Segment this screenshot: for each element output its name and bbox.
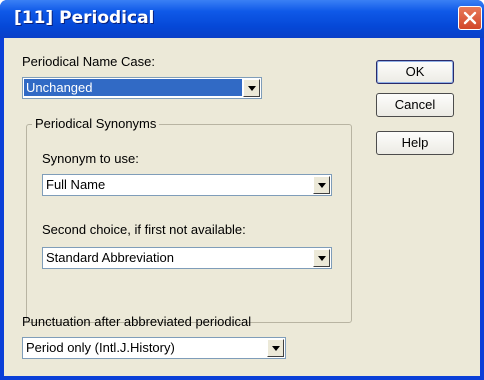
close-x-icon	[463, 11, 477, 25]
title-bar[interactable]: [11] Periodical	[0, 0, 484, 38]
punctuation-dropdown-button[interactable]	[267, 339, 284, 357]
synonym-value: Full Name	[46, 177, 106, 192]
punctuation-select[interactable]: Period only (Intl.J.History)	[22, 337, 286, 359]
chevron-down-icon	[248, 86, 256, 91]
help-button[interactable]: Help	[376, 131, 454, 155]
cancel-button[interactable]: Cancel	[376, 93, 454, 117]
name-case-select[interactable]: Unchanged	[22, 77, 262, 99]
second-choice-select[interactable]: Standard Abbreviation	[42, 247, 332, 269]
second-choice-value: Standard Abbreviation	[46, 250, 174, 265]
punctuation-label: Punctuation after abbreviated periodical	[22, 314, 252, 329]
chevron-down-icon	[318, 256, 326, 261]
synonyms-group-title: Periodical Synonyms	[32, 116, 160, 131]
ok-button[interactable]: OK	[376, 60, 454, 84]
synonym-label: Synonym to use:	[42, 151, 139, 166]
name-case-label: Periodical Name Case:	[22, 54, 155, 69]
dialog-window: [11] Periodical Periodical Name Case: Un…	[0, 0, 484, 380]
dialog-body: Periodical Name Case: Unchanged Periodic…	[4, 38, 480, 376]
second-choice-dropdown-button[interactable]	[313, 249, 330, 267]
window-title: [11] Periodical	[14, 8, 155, 28]
name-case-dropdown-button[interactable]	[243, 79, 260, 97]
name-case-value: Unchanged	[24, 79, 242, 96]
synonym-dropdown-button[interactable]	[313, 176, 330, 194]
chevron-down-icon	[318, 183, 326, 188]
punctuation-value: Period only (Intl.J.History)	[26, 340, 175, 355]
chevron-down-icon	[272, 346, 280, 351]
second-choice-label: Second choice, if first not available:	[42, 222, 246, 237]
close-button[interactable]	[458, 6, 482, 30]
synonym-select[interactable]: Full Name	[42, 174, 332, 196]
